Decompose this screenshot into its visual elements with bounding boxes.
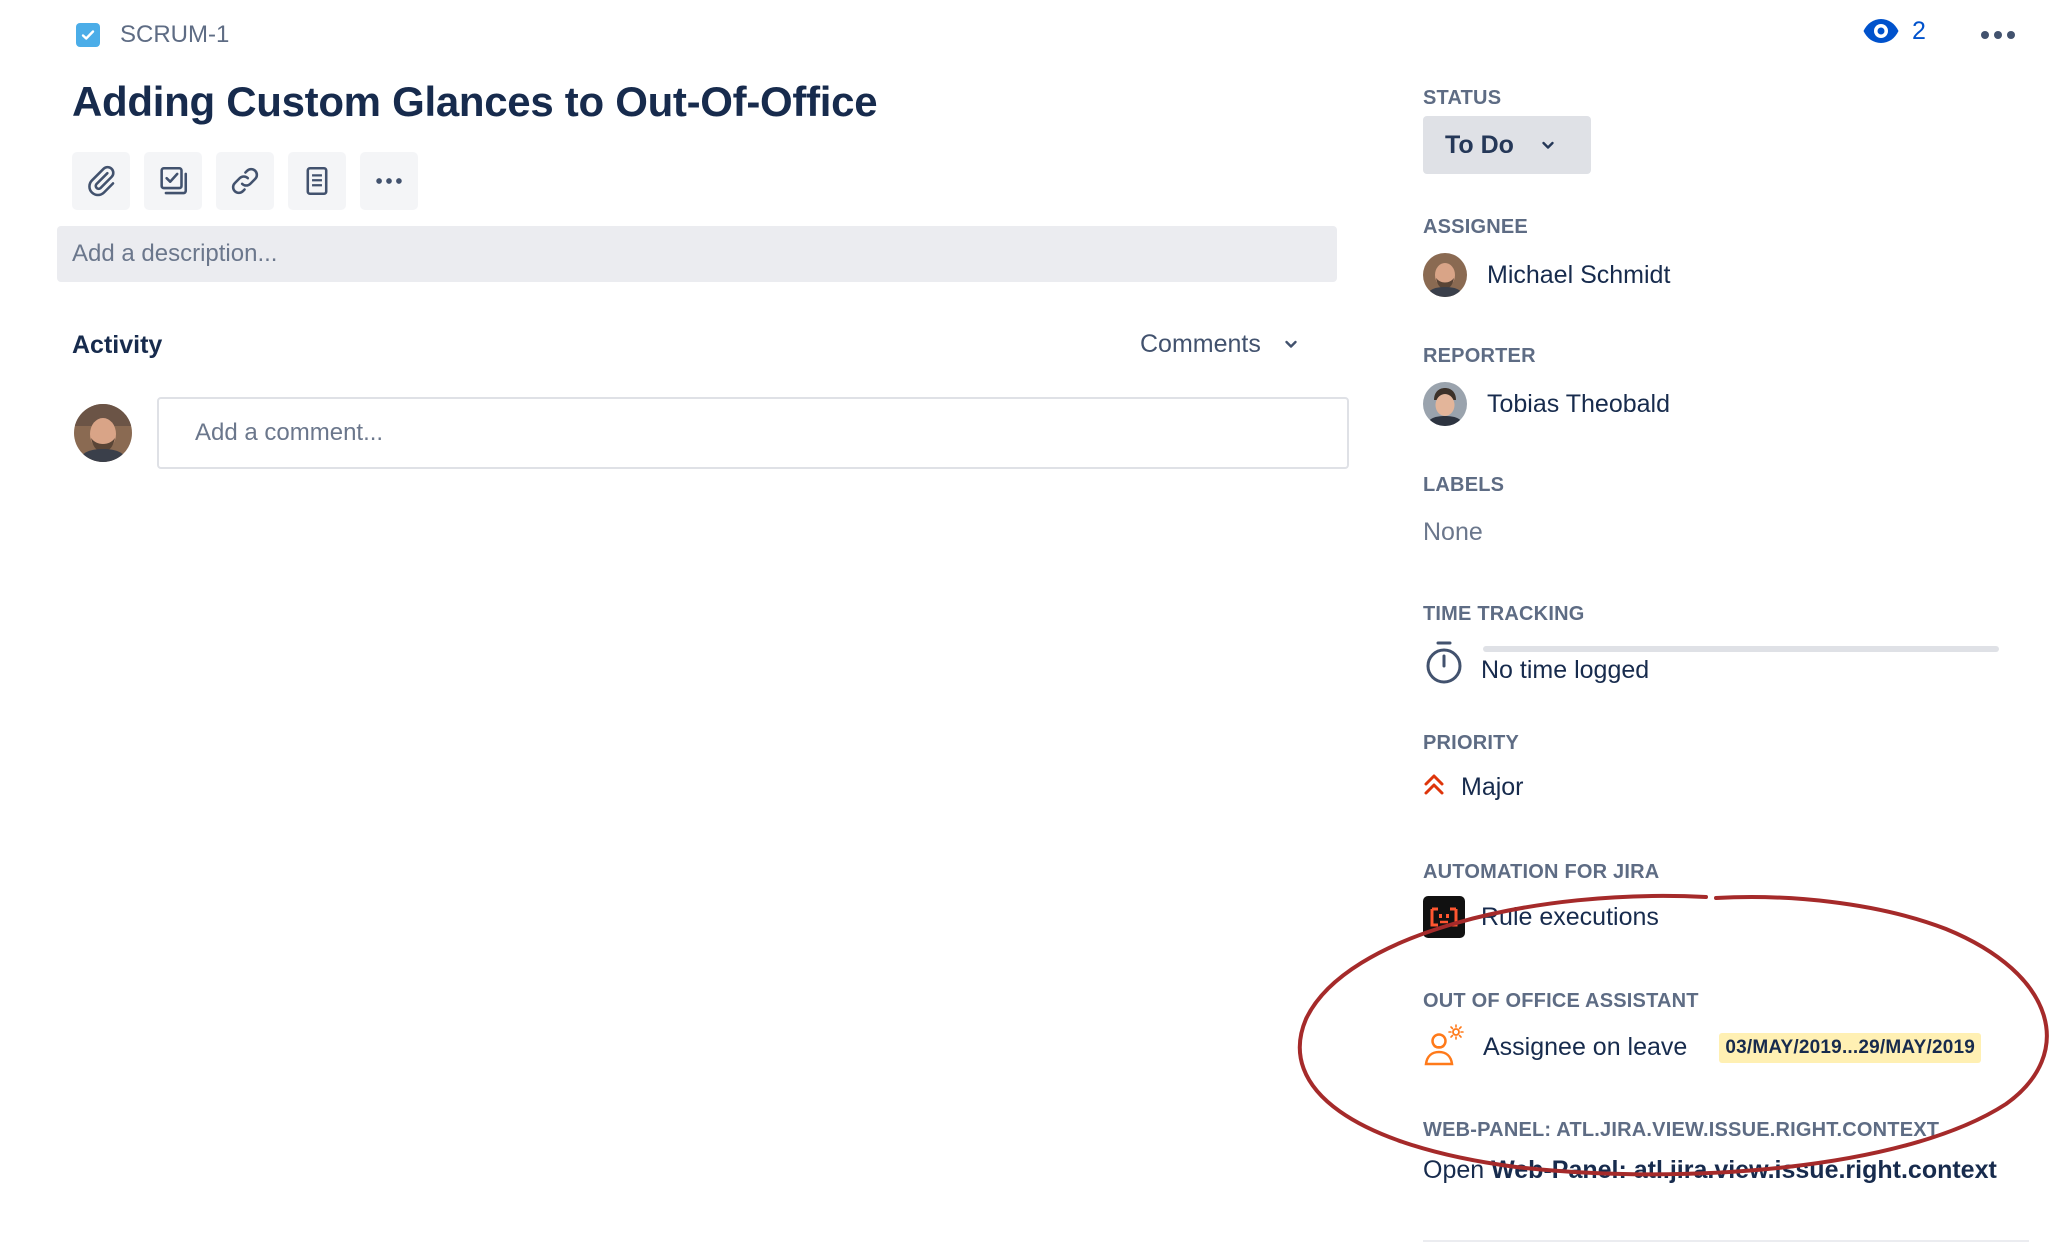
chevron-down-icon [1540, 131, 1556, 160]
time-tracking-field[interactable]: No time logged [1423, 640, 1999, 691]
link-icon [231, 167, 259, 195]
activity-filter-label: Comments [1140, 330, 1261, 358]
assignee-avatar [1423, 253, 1467, 297]
labels-label: LABELS [1423, 474, 1505, 496]
attach-button[interactable] [72, 152, 130, 210]
status-dropdown[interactable]: To Do [1423, 116, 1591, 174]
task-type-icon [76, 23, 100, 47]
priority-value: Major [1461, 773, 1524, 801]
priority-major-icon [1423, 772, 1445, 803]
issue-key-breadcrumb[interactable]: SCRUM-1 [76, 20, 229, 50]
reporter-avatar [1423, 382, 1467, 426]
page-icon [306, 166, 328, 196]
more-icon [1981, 31, 2015, 39]
comment-input[interactable]: Add a comment... [157, 397, 1349, 469]
assignee-name: Michael Schmidt [1487, 260, 1671, 289]
status-value: To Do [1445, 130, 1514, 159]
reporter-label: REPORTER [1423, 345, 1536, 367]
paperclip-icon [88, 165, 115, 197]
reporter-field[interactable]: Tobias Theobald [1423, 382, 1670, 426]
activity-filter-dropdown[interactable]: Comments [1140, 330, 1299, 359]
description-field[interactable]: Add a description... [57, 226, 1337, 282]
automation-label: AUTOMATION FOR JIRA [1423, 861, 1660, 883]
reporter-name: Tobias Theobald [1487, 389, 1671, 418]
current-user-avatar [74, 404, 132, 462]
activity-heading: Activity [72, 331, 163, 359]
issue-toolbar [72, 152, 418, 210]
chevron-down-icon [1283, 330, 1299, 359]
watchers-count: 2 [1912, 16, 1926, 45]
priority-field[interactable]: Major [1423, 772, 1524, 803]
stopwatch-icon [1423, 640, 1465, 691]
issue-key[interactable]: SCRUM-1 [120, 21, 229, 49]
more-actions-button[interactable] [360, 152, 418, 210]
status-label: STATUS [1423, 87, 1502, 109]
time-tracking-bar [1483, 646, 1999, 652]
link-issue-button[interactable] [216, 152, 274, 210]
assignee-label: ASSIGNEE [1423, 216, 1528, 238]
time-tracking-value: No time logged [1481, 656, 1650, 684]
issue-title[interactable]: Adding Custom Glances to Out-Of-Office [72, 78, 878, 126]
create-subtask-button[interactable] [144, 152, 202, 210]
priority-label: PRIORITY [1423, 732, 1520, 754]
subtask-checkbox-icon [160, 166, 188, 195]
watch-button[interactable]: 2 [1862, 16, 1926, 46]
annotation-ellipse [1297, 893, 2049, 1177]
labels-value[interactable]: None [1423, 518, 1483, 547]
more-icon [376, 178, 402, 184]
assignee-field[interactable]: Michael Schmidt [1423, 253, 1670, 297]
more-options-button[interactable] [1978, 20, 2018, 50]
sidebar-divider [1423, 1240, 2029, 1242]
eye-icon [1863, 19, 1899, 43]
link-page-button[interactable] [288, 152, 346, 210]
time-tracking-label: TIME TRACKING [1423, 603, 1585, 625]
